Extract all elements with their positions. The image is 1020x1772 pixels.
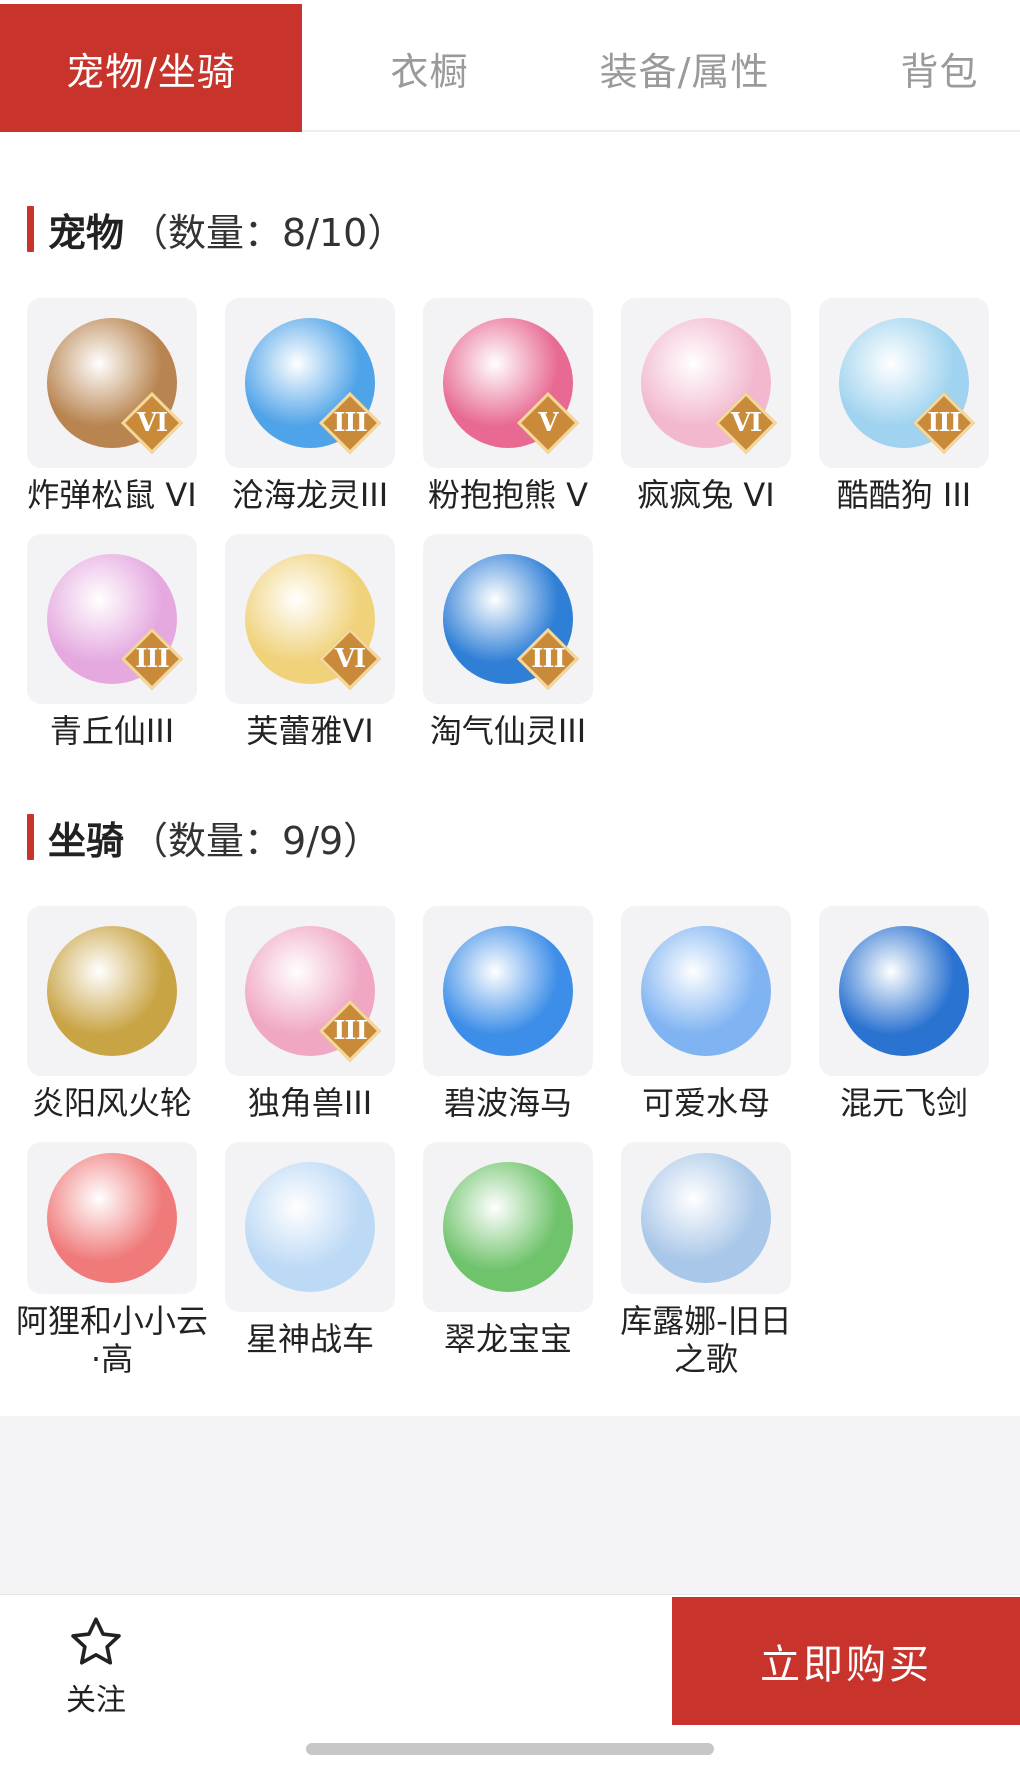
- mount-name: 独角兽III: [247, 1084, 373, 1122]
- pets-grid: VI 炸弹松鼠 VI III 沧海龙灵III V 粉抱抱熊 V VI 疯疯兔 VI III 酷酷狗…: [27, 298, 1007, 770]
- pet-name: 青丘仙III: [49, 712, 175, 750]
- home-indicator: [306, 1743, 714, 1755]
- grade-numeral: VI: [730, 408, 762, 438]
- mount-thumbnail: [27, 1142, 197, 1294]
- mount-name: 可爱水母: [641, 1084, 770, 1122]
- buy-now-button[interactable]: 立即购买: [672, 1597, 1020, 1725]
- follow-label: 关注: [66, 1683, 126, 1718]
- mounts-section-title: 坐骑: [48, 818, 125, 863]
- follow-button[interactable]: 关注: [56, 1613, 136, 1723]
- grade-badge: III: [516, 627, 580, 691]
- pet-thumbnail: V: [423, 298, 593, 468]
- mounts-section-count: （数量：9/9）: [130, 818, 382, 863]
- mount-item[interactable]: 炎阳风火轮: [27, 906, 197, 1142]
- mount-item[interactable]: 阿狸和小小云·高: [16, 1142, 208, 1378]
- mount-name: 翠龙宝宝: [443, 1320, 572, 1358]
- grade-badge: III: [318, 999, 382, 1063]
- mount-thumbnail: [225, 1142, 395, 1312]
- pet-name: 酷酷狗 III: [836, 476, 972, 514]
- mount-image: [47, 1153, 177, 1283]
- pet-name: 疯疯兔 VI: [637, 476, 775, 514]
- grade-numeral: III: [333, 1016, 367, 1046]
- grade-numeral: III: [927, 408, 961, 438]
- grade-numeral: VI: [136, 408, 168, 438]
- grade-badge: VI: [318, 627, 382, 691]
- mount-item[interactable]: 库露娜-旧日之歌: [620, 1142, 792, 1378]
- grade-badge: V: [516, 391, 580, 455]
- mount-name: 库露娜-旧日之歌: [620, 1302, 792, 1378]
- grade-numeral: VI: [334, 644, 366, 674]
- section-accent-bar: [27, 814, 34, 860]
- mount-thumbnail: [423, 906, 593, 1076]
- bottom-action-bar: 关注 立即购买: [0, 1594, 1020, 1772]
- mount-image: [839, 926, 969, 1056]
- tab-backpack[interactable]: 背包: [812, 4, 1020, 132]
- tab-wardrobe[interactable]: 衣橱: [302, 4, 557, 132]
- mount-image: [443, 926, 573, 1056]
- empty-content-area: [0, 1416, 1020, 1594]
- mount-item[interactable]: 可爱水母: [621, 906, 791, 1142]
- mount-thumbnail: [423, 1142, 593, 1312]
- grade-numeral: III: [135, 644, 169, 674]
- pet-name: 芙蕾雅VI: [246, 712, 374, 750]
- mount-image: [443, 1162, 573, 1292]
- grade-numeral: III: [531, 644, 565, 674]
- grade-badge: VI: [714, 391, 778, 455]
- pet-thumbnail: VI: [621, 298, 791, 468]
- mount-item[interactable]: III 独角兽III: [225, 906, 395, 1142]
- pet-name: 淘气仙灵III: [429, 712, 587, 750]
- pet-name: 粉抱抱熊 V: [427, 476, 589, 514]
- tab-equipment-attributes[interactable]: 装备/属性: [557, 4, 812, 132]
- pet-thumbnail: III: [27, 534, 197, 704]
- section-accent-bar: [27, 206, 34, 252]
- mount-name: 阿狸和小小云·高: [15, 1302, 208, 1378]
- mount-item[interactable]: 翠龙宝宝: [423, 1142, 593, 1378]
- mount-thumbnail: [819, 906, 989, 1076]
- mount-image: [47, 926, 177, 1056]
- pet-thumbnail: III: [225, 298, 395, 468]
- grade-badge: III: [912, 391, 976, 455]
- pets-section-header: 宠物 （数量：8/10）: [27, 206, 405, 255]
- grade-badge: VI: [120, 391, 184, 455]
- mount-thumbnail: [27, 906, 197, 1076]
- mount-item[interactable]: 碧波海马: [423, 906, 593, 1142]
- pets-section-title: 宠物: [48, 210, 125, 255]
- pet-name: 炸弹松鼠 VI: [27, 476, 197, 514]
- mount-name: 混元飞剑: [839, 1084, 968, 1122]
- grade-numeral: V: [538, 408, 558, 438]
- mount-image: [245, 1162, 375, 1292]
- pet-item[interactable]: III 酷酷狗 III: [819, 298, 989, 534]
- pet-item[interactable]: VI 芙蕾雅VI: [225, 534, 395, 770]
- tab-pets-mounts[interactable]: 宠物/坐骑: [0, 4, 302, 132]
- mount-item[interactable]: 混元飞剑: [819, 906, 989, 1142]
- star-outline-icon: [71, 1617, 121, 1665]
- pet-thumbnail: VI: [27, 298, 197, 468]
- pet-name: 沧海龙灵III: [231, 476, 389, 514]
- mount-thumbnail: [621, 1142, 791, 1294]
- top-tab-bar: 宠物/坐骑 衣橱 装备/属性 背包: [0, 4, 1020, 132]
- mount-name: 炎阳风火轮: [31, 1084, 192, 1122]
- pet-thumbnail: III: [423, 534, 593, 704]
- pet-item[interactable]: III 淘气仙灵III: [423, 534, 593, 770]
- mounts-grid: 炎阳风火轮 III 独角兽III 碧波海马 可爱水母 混元飞剑阿狸和小小云·高 星神战车 翠龙…: [16, 906, 1007, 1378]
- grade-numeral: III: [333, 408, 367, 438]
- pet-item[interactable]: III 沧海龙灵III: [225, 298, 395, 534]
- mounts-section-header: 坐骑 （数量：9/9）: [27, 814, 381, 863]
- pet-thumbnail: III: [819, 298, 989, 468]
- pet-item[interactable]: V 粉抱抱熊 V: [423, 298, 593, 534]
- mount-image: [641, 1153, 771, 1283]
- mount-thumbnail: [621, 906, 791, 1076]
- pet-item[interactable]: VI 疯疯兔 VI: [621, 298, 791, 534]
- pet-item[interactable]: VI 炸弹松鼠 VI: [27, 298, 197, 534]
- pet-item[interactable]: III 青丘仙III: [27, 534, 197, 770]
- mount-name: 星神战车: [245, 1320, 374, 1358]
- mount-thumbnail: III: [225, 906, 395, 1076]
- grade-badge: III: [120, 627, 184, 691]
- mount-name: 碧波海马: [443, 1084, 572, 1122]
- pets-section-count: （数量：8/10）: [130, 210, 406, 255]
- mount-item[interactable]: 星神战车: [225, 1142, 395, 1378]
- pet-thumbnail: VI: [225, 534, 395, 704]
- mount-image: [641, 926, 771, 1056]
- grade-badge: III: [318, 391, 382, 455]
